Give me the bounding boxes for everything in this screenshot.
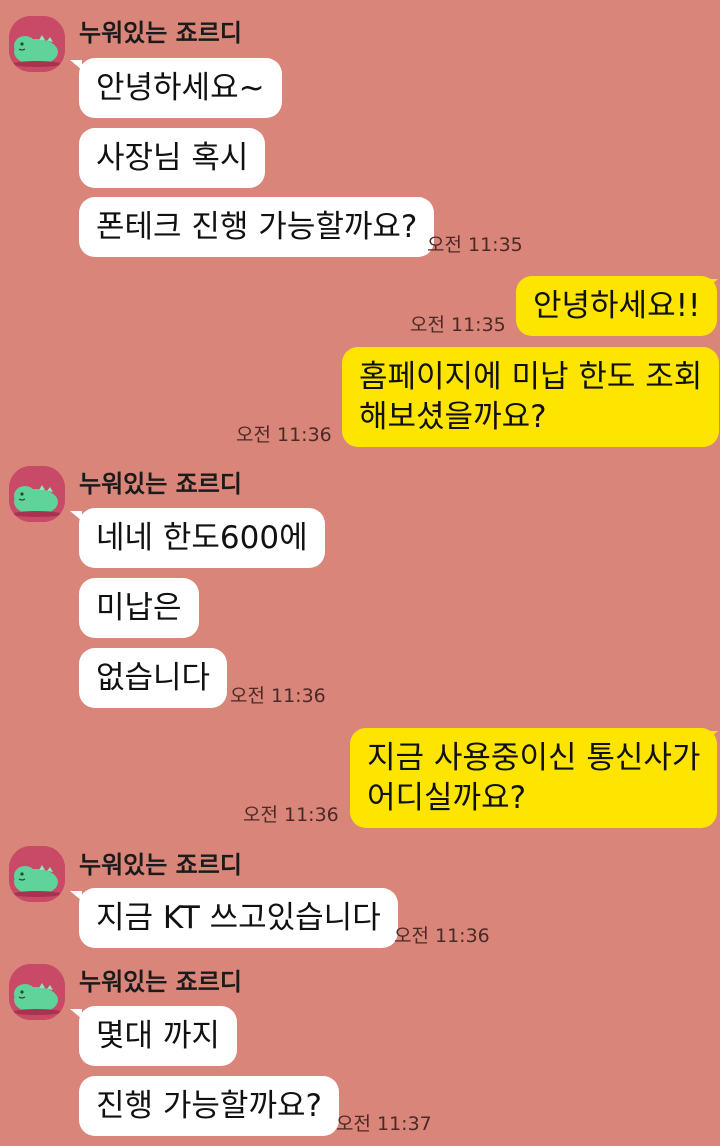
- outgoing-message[interactable]: 홈페이지에 미납 한도 조회 해보셨을까요?: [342, 347, 720, 447]
- message-timestamp: 오전 11:37: [336, 1113, 432, 1135]
- jordy-dinosaur-icon: [9, 964, 65, 1020]
- message-text: 안녕하세요~: [96, 70, 265, 106]
- message-text: 미납은: [96, 590, 182, 626]
- jordy-dinosaur-icon: [9, 16, 65, 72]
- sender-name: 누워있는 죠르디: [79, 851, 242, 879]
- incoming-message[interactable]: 진행 가능할까요?: [79, 1076, 339, 1136]
- bubble-tail: [706, 279, 718, 289]
- incoming-message[interactable]: 미납은: [79, 578, 199, 638]
- message-text: 사장님 혹시: [96, 140, 249, 176]
- message-text-line: 해보셨을까요?: [359, 399, 547, 435]
- incoming-message[interactable]: 없습니다: [79, 648, 228, 708]
- jordy-dinosaur-icon: [9, 846, 65, 902]
- contact-avatar[interactable]: [9, 846, 65, 902]
- message-text: 네네 한도600에: [96, 520, 308, 556]
- contact-avatar[interactable]: [9, 964, 65, 1020]
- outgoing-message[interactable]: 지금 사용중이신 통신사가 어디실까요?: [350, 728, 718, 828]
- message-text-line: 홈페이지에 미납 한도 조회: [359, 359, 703, 395]
- contact-avatar[interactable]: [9, 16, 65, 72]
- incoming-message[interactable]: 네네 한도600에: [79, 508, 325, 568]
- message-text: 폰테크 진행 가능할까요?: [96, 209, 418, 245]
- message-text: 지금 KT 쓰고있습니다: [96, 900, 381, 936]
- message-timestamp: 오전 11:35: [410, 314, 506, 336]
- message-text: 없습니다: [96, 660, 211, 696]
- message-text-line: 지금 사용중이신 통신사가: [367, 740, 701, 776]
- message-text: 안녕하세요!!: [533, 288, 701, 324]
- message-text: 진행 가능할까요?: [96, 1088, 322, 1124]
- incoming-message[interactable]: 몇대 까지: [79, 1006, 237, 1066]
- message-timestamp: 오전 11:36: [236, 424, 332, 446]
- sender-name: 누워있는 죠르디: [79, 968, 242, 996]
- sender-name: 누워있는 죠르디: [79, 470, 242, 498]
- message-timestamp: 오전 11:36: [394, 925, 490, 947]
- message-text-line: 어디실까요?: [367, 780, 527, 816]
- contact-avatar[interactable]: [9, 466, 65, 522]
- incoming-message[interactable]: 사장님 혹시: [79, 128, 266, 188]
- incoming-message[interactable]: 지금 KT 쓰고있습니다: [79, 888, 398, 948]
- message-text: 몇대 까지: [96, 1018, 220, 1054]
- message-timestamp: 오전 11:36: [243, 804, 339, 826]
- message-timestamp: 오전 11:35: [427, 234, 523, 256]
- incoming-message[interactable]: 폰테크 진행 가능할까요?: [79, 197, 435, 257]
- outgoing-message[interactable]: 안녕하세요!!: [516, 276, 718, 336]
- incoming-message[interactable]: 안녕하세요~: [79, 58, 282, 118]
- jordy-dinosaur-icon: [9, 466, 65, 522]
- message-timestamp: 오전 11:36: [230, 685, 326, 707]
- sender-name: 누워있는 죠르디: [79, 19, 242, 47]
- bubble-tail: [706, 731, 718, 741]
